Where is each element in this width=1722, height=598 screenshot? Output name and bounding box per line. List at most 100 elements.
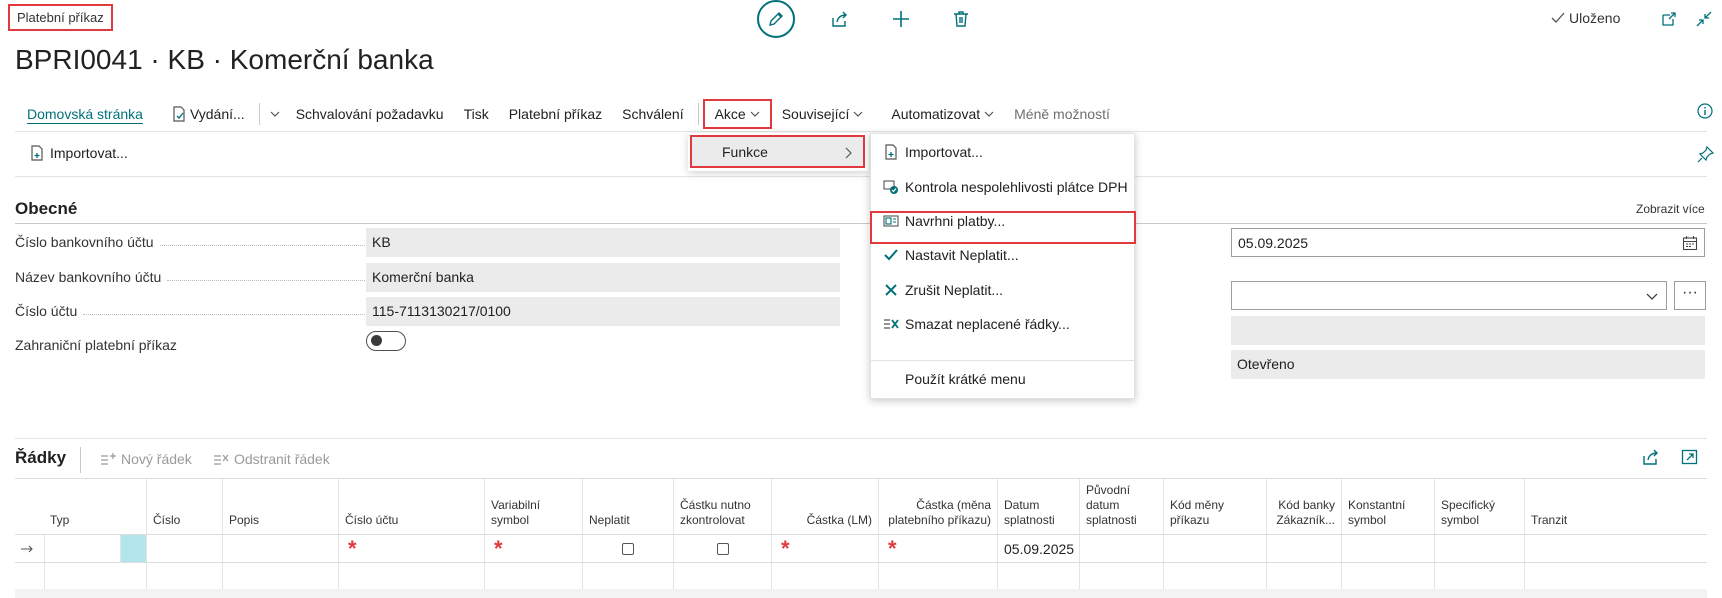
description-cell[interactable]: [222, 563, 338, 591]
share-lines-button[interactable]: [1642, 448, 1660, 466]
column-header[interactable]: Konstantní symbol: [1341, 479, 1434, 534]
type-cell[interactable]: [44, 535, 120, 563]
column-header[interactable]: Částka (měna platebního příkazu): [878, 479, 997, 534]
related-menu-button[interactable]: Související: [772, 101, 874, 127]
due-date-cell[interactable]: 05.09.2025: [997, 535, 1079, 563]
due-date-cell[interactable]: [997, 563, 1079, 591]
new-button[interactable]: [890, 8, 912, 30]
edit-button[interactable]: [757, 0, 795, 38]
breadcrumb[interactable]: Platební příkaz: [8, 4, 113, 31]
column-header[interactable]: Původní datum splatnosti: [1079, 479, 1163, 534]
delete-line-button[interactable]: Odstranit řádek: [213, 451, 330, 467]
select-field[interactable]: [1231, 281, 1667, 310]
table-row[interactable]: * * * * 05.09.2025: [15, 534, 1707, 563]
no-cell[interactable]: [146, 563, 222, 591]
amount-check-cell[interactable]: [673, 563, 771, 591]
issue-button[interactable]: Vydání...: [162, 101, 255, 127]
share-button[interactable]: [829, 8, 851, 30]
payment-order-button[interactable]: Platební příkaz: [499, 101, 612, 127]
approval-button[interactable]: Schválení: [612, 101, 693, 127]
orig-due-date-cell[interactable]: [1079, 563, 1163, 591]
bank-account-name-field[interactable]: Komerční banka: [366, 263, 840, 292]
import-label: Importovat...: [50, 145, 128, 161]
import-button[interactable]: Importovat...: [30, 145, 128, 161]
variable-symbol-cell[interactable]: [484, 563, 582, 591]
column-header[interactable]: Datum splatnosti: [997, 479, 1079, 534]
specific-symbol-cell[interactable]: [1434, 535, 1524, 563]
currency-cell[interactable]: [1163, 535, 1266, 563]
approval-request-button[interactable]: Schvalování požadavku: [286, 101, 454, 127]
constant-symbol-cell[interactable]: [1341, 563, 1434, 591]
bank-account-no-field[interactable]: KB: [366, 228, 840, 257]
automate-menu-button[interactable]: Automatizovat: [873, 101, 1004, 127]
type-cell[interactable]: [44, 563, 146, 591]
column-header[interactable]: Kód banky Zákazník...: [1266, 479, 1341, 534]
account-no-cell[interactable]: *: [338, 535, 484, 563]
fewer-options-button[interactable]: Méně možností: [1004, 101, 1120, 127]
transit-cell[interactable]: [1524, 535, 1707, 563]
info-button[interactable]: [1697, 103, 1713, 119]
new-line-button[interactable]: Nový řádek: [100, 451, 192, 467]
section-title-general[interactable]: Obecné: [15, 199, 77, 219]
collapse-button[interactable]: [1693, 8, 1715, 30]
pin-icon: [1697, 145, 1715, 163]
foreign-payment-order-toggle[interactable]: [366, 331, 406, 351]
account-no-cell[interactable]: [338, 563, 484, 591]
variable-symbol-cell[interactable]: *: [484, 535, 582, 563]
orig-due-date-cell[interactable]: [1079, 535, 1163, 563]
column-header[interactable]: Číslo: [146, 479, 222, 534]
menu-item-cancel-skip[interactable]: Zrušit Neplatit...: [871, 273, 1134, 307]
actions-menu-button[interactable]: Akce: [702, 99, 772, 129]
menu-item-short-menu[interactable]: Použít krátké menu: [871, 362, 1134, 396]
column-header[interactable]: Tranzit: [1524, 479, 1707, 534]
document-date-field[interactable]: 05.09.2025: [1231, 228, 1705, 257]
menu-item-delete-unpaid[interactable]: Smazat neplacené řádky...: [871, 307, 1134, 341]
menu-item-funkce[interactable]: Funkce: [690, 135, 865, 168]
delete-button[interactable]: [950, 8, 972, 30]
amount-cell[interactable]: *: [878, 535, 997, 563]
specific-symbol-cell[interactable]: [1434, 563, 1524, 591]
open-new-window-button[interactable]: [1658, 8, 1680, 30]
bank-code-cell[interactable]: [1266, 563, 1341, 591]
show-more-link[interactable]: Zobrazit více: [1636, 202, 1705, 216]
amount-check-checkbox[interactable]: [716, 543, 729, 555]
bank-code-cell[interactable]: [1266, 535, 1341, 563]
amount-cell[interactable]: [878, 563, 997, 591]
no-cell[interactable]: [146, 535, 222, 563]
column-header[interactable]: Částku nutno zkontrolovat: [673, 479, 771, 534]
column-header[interactable]: Částka (LM): [771, 479, 878, 534]
expand-lines-button[interactable]: [1681, 448, 1699, 466]
constant-symbol-cell[interactable]: [1341, 535, 1434, 563]
lookup-button[interactable]: ···: [1674, 281, 1706, 310]
menu-item-vat-check[interactable]: Kontrola nespolehlivosti plátce DPH: [871, 170, 1134, 204]
skip-payment-cell[interactable]: [582, 563, 673, 591]
table-row[interactable]: [15, 562, 1707, 591]
account-no-field[interactable]: 115-7113130217/0100: [366, 297, 840, 326]
amount-check-cell[interactable]: [673, 535, 771, 563]
skip-payment-cell[interactable]: [582, 535, 673, 563]
column-header[interactable]: Specifický symbol: [1434, 479, 1524, 534]
calendar-icon[interactable]: [1682, 235, 1698, 251]
section-title-lines[interactable]: Řádky: [15, 448, 66, 468]
pin-button[interactable]: [1697, 145, 1715, 163]
menu-item-import[interactable]: Importovat...: [871, 135, 1134, 169]
tab-home[interactable]: Domovská stránka: [15, 101, 153, 127]
column-header[interactable]: Neplatit: [582, 479, 673, 534]
skip-payment-checkbox[interactable]: [622, 543, 634, 555]
column-header[interactable]: Typ: [44, 479, 146, 534]
currency-cell[interactable]: [1163, 563, 1266, 591]
type-lookup-cell[interactable]: [120, 535, 146, 563]
field-label-foreign-payment-order: Zahraniční platební příkaz: [15, 337, 365, 353]
transit-cell[interactable]: [1524, 563, 1707, 591]
amount-lcy-cell[interactable]: *: [771, 535, 878, 563]
amount-lcy-cell[interactable]: [771, 563, 878, 591]
column-header[interactable]: Kód měny příkazu: [1163, 479, 1266, 534]
description-cell[interactable]: [222, 535, 338, 563]
issue-dropdown-button[interactable]: [264, 101, 286, 127]
menu-item-label: Importovat...: [905, 144, 983, 160]
column-header[interactable]: Variabilní symbol: [484, 479, 582, 534]
print-button[interactable]: Tisk: [454, 101, 499, 127]
column-header[interactable]: Popis: [222, 479, 338, 534]
column-header[interactable]: Číslo účtu: [338, 479, 484, 534]
required-icon: *: [888, 536, 897, 561]
